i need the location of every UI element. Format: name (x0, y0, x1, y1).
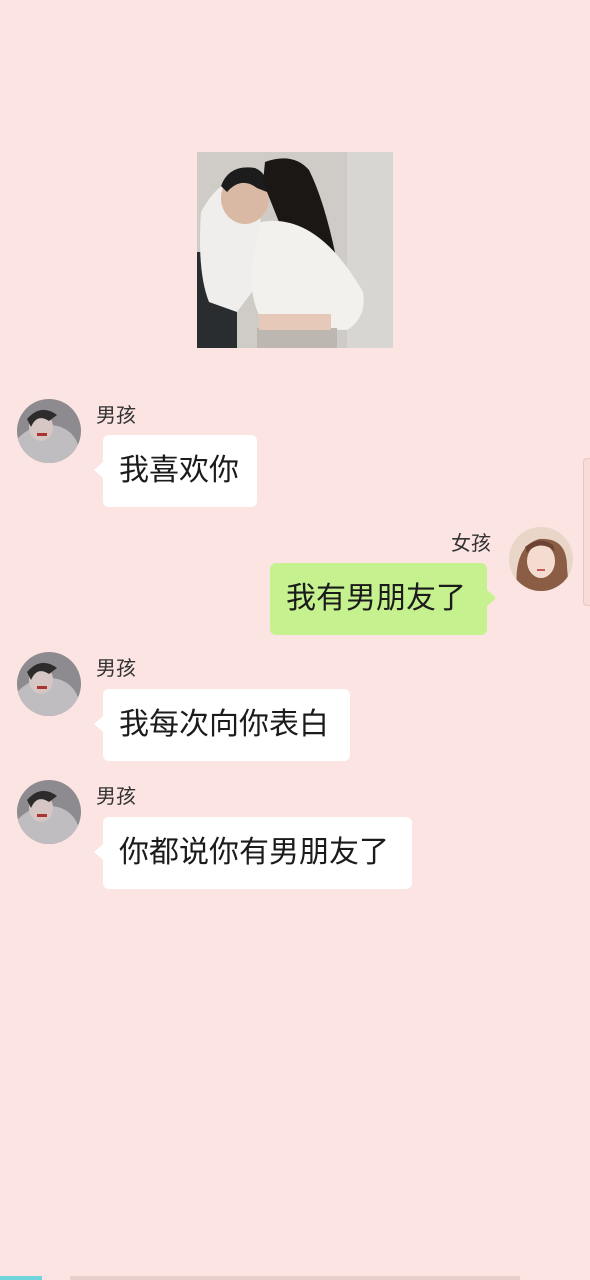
video-progress-bar[interactable] (0, 1276, 590, 1280)
sender-name: 男孩 (96, 784, 136, 808)
message-bubble[interactable]: 你都说你有男朋友了 (94, 817, 412, 889)
shared-photo[interactable] (197, 152, 393, 348)
boy-avatar-icon (17, 652, 81, 716)
message-bubble[interactable]: 我有男朋友了 (270, 563, 496, 635)
sender-name: 男孩 (96, 656, 136, 680)
boy-avatar[interactable] (17, 780, 81, 844)
sender-name: 女孩 (451, 531, 491, 555)
progress-track (70, 1276, 520, 1280)
girl-avatar-icon (509, 527, 573, 591)
boy-avatar[interactable] (17, 399, 81, 463)
side-drawer-handle[interactable] (583, 458, 590, 606)
sender-name: 男孩 (96, 403, 136, 427)
progress-fill (0, 1276, 42, 1280)
couple-photo-icon (197, 152, 393, 348)
boy-avatar[interactable] (17, 652, 81, 716)
chat-screen: 男孩 我喜欢你 女孩 我有男朋友了 男孩 我每次向你表白 男孩 你都说你有男朋友… (0, 0, 590, 1280)
boy-avatar-icon (17, 399, 81, 463)
message-bubble[interactable]: 我每次向你表白 (94, 689, 350, 761)
girl-avatar[interactable] (509, 527, 573, 591)
message-bubble[interactable]: 我喜欢你 (94, 435, 257, 507)
boy-avatar-icon (17, 780, 81, 844)
